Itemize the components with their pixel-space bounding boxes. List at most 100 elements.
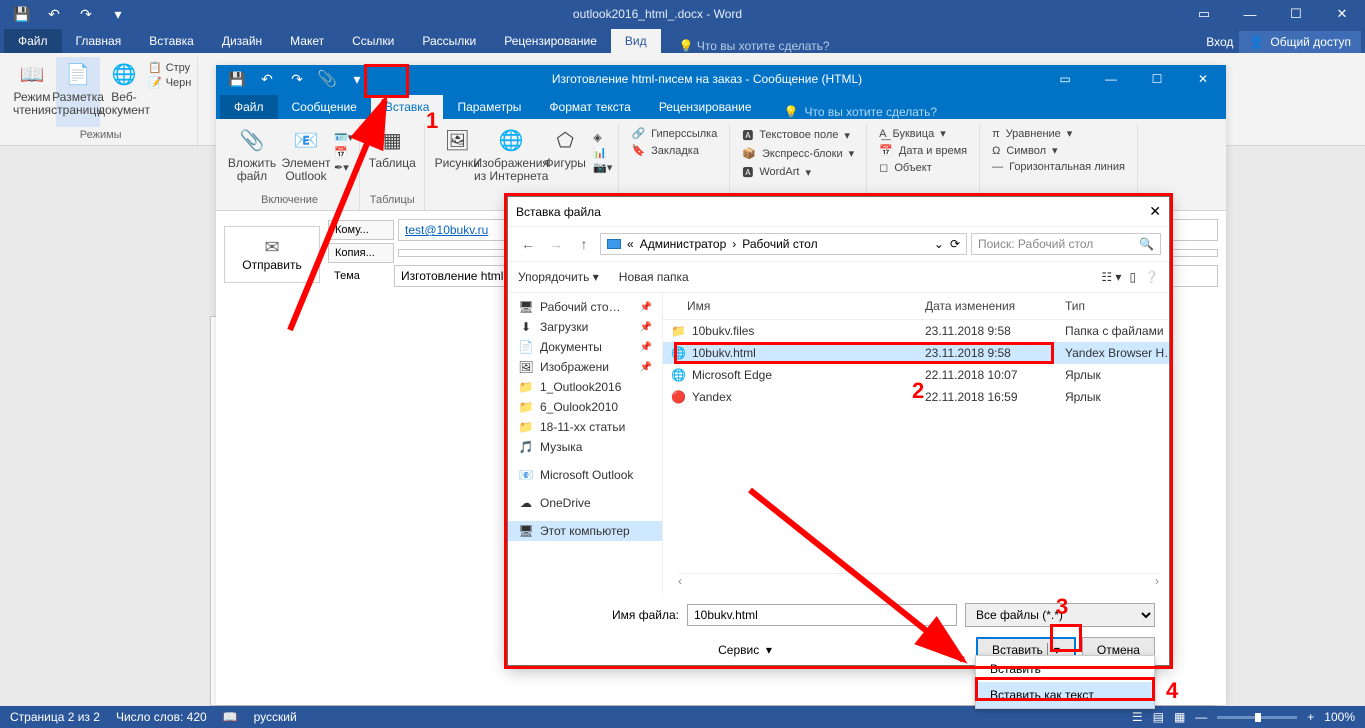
tab-design[interactable]: Дизайн xyxy=(208,29,276,53)
new-folder-button[interactable]: Новая папка xyxy=(619,270,689,284)
ol-maximize-icon[interactable]: ☐ xyxy=(1134,65,1180,93)
attach-file-button[interactable]: 📎Вложить файл xyxy=(226,123,278,192)
word-count[interactable]: Число слов: 420 xyxy=(116,710,207,724)
path-seg-1[interactable]: Администратор xyxy=(640,237,727,251)
file-row[interactable]: 📁10bukv.files23.11.2018 9:58Папка с файл… xyxy=(663,320,1169,342)
close-icon[interactable]: ✕ xyxy=(1319,0,1365,28)
file-row[interactable]: 🌐Microsoft Edge22.11.2018 10:07Ярлык xyxy=(663,364,1169,386)
sidebar-item[interactable] xyxy=(508,485,662,493)
equation-button[interactable]: π Уравнение ▾ xyxy=(992,127,1125,140)
zoom-level[interactable]: 100% xyxy=(1324,710,1355,724)
sidebar-item[interactable]: 🎵Музыка xyxy=(508,437,662,457)
sidebar-item[interactable]: 📁1_Outlook2016 xyxy=(508,377,662,397)
sidebar-item[interactable]: 🖼Изображени📌 xyxy=(508,357,662,377)
sidebar-item[interactable]: 📄Документы📌 xyxy=(508,337,662,357)
business-card-button[interactable]: 🪪▾ xyxy=(334,131,353,144)
draft-button[interactable]: 📝 Черн xyxy=(148,76,191,89)
chart-button[interactable]: 📊 xyxy=(593,146,612,159)
sidebar-item[interactable]: 📧Microsoft Outlook xyxy=(508,465,662,485)
hscroll-right-icon[interactable]: › xyxy=(1155,574,1159,585)
ol-tab-file[interactable]: Файл xyxy=(220,95,278,119)
web-layout-button[interactable]: 🌐Веб-документ xyxy=(102,57,146,127)
proofing-icon[interactable]: 📖 xyxy=(223,710,238,724)
wordart-button[interactable]: 🅰 WordArt ▾ xyxy=(742,164,854,180)
redo-icon[interactable]: ↷ xyxy=(70,1,102,27)
organize-button[interactable]: Упорядочить ▾ xyxy=(518,270,599,284)
signature-button[interactable]: ✒▾ xyxy=(334,161,353,174)
zoom-in-icon[interactable]: + xyxy=(1307,710,1314,724)
sidebar-item[interactable]: ⬇Загрузки📌 xyxy=(508,317,662,337)
minimize-icon[interactable]: ― xyxy=(1227,0,1273,28)
symbol-button[interactable]: Ω Символ ▾ xyxy=(992,144,1125,157)
textbox-button[interactable]: 🅰 Текстовое поле ▾ xyxy=(742,127,854,143)
nav-forward-icon[interactable]: → xyxy=(544,236,568,252)
ribbon-options-icon[interactable]: ▭ xyxy=(1181,0,1227,28)
col-name[interactable]: Имя xyxy=(663,293,917,319)
save-icon[interactable]: 💾 xyxy=(6,1,38,27)
file-row[interactable]: 🔴Yandex22.11.2018 16:59Ярлык xyxy=(663,386,1169,408)
tell-me[interactable]: 💡 Что вы хотите сделать? xyxy=(661,39,830,53)
shapes-button[interactable]: ⬠Фигуры xyxy=(539,123,591,192)
undo-icon[interactable]: ↶ xyxy=(38,1,70,27)
print-layout-button[interactable]: 📄Разметка страницы xyxy=(56,57,100,127)
screenshot-button[interactable]: 📷▾ xyxy=(593,161,612,174)
read-mode-button[interactable]: 📖Режим чтения xyxy=(10,57,54,127)
sidebar-item[interactable]: 📁18-11-xx статьи xyxy=(508,417,662,437)
sidebar-item[interactable]: 🖥Рабочий сто…📌 xyxy=(508,297,662,317)
online-pictures-button[interactable]: 🌐Изображения из Интернета xyxy=(485,123,537,192)
bookmark-button[interactable]: 🔖 Закладка xyxy=(631,144,717,157)
login-link[interactable]: Вход xyxy=(1206,35,1233,49)
search-input[interactable]: Поиск: Рабочий стол 🔍 xyxy=(971,233,1161,255)
ol-attach-qat-icon[interactable]: 📎 xyxy=(312,66,342,92)
menu-insert[interactable]: Вставить xyxy=(976,656,1154,682)
file-row[interactable]: 🌐10bukv.html23.11.2018 9:58Yandex Browse… xyxy=(663,342,1169,364)
page-count[interactable]: Страница 2 из 2 xyxy=(10,710,100,724)
table-button[interactable]: ▦Таблица xyxy=(366,123,418,192)
help-icon[interactable]: ❔ xyxy=(1144,270,1159,284)
ol-save-icon[interactable]: 💾 xyxy=(222,66,252,92)
datetime-button[interactable]: 📅 Дата и время xyxy=(879,144,967,157)
ol-qat-more-icon[interactable]: ▾ xyxy=(342,66,372,92)
outline-button[interactable]: 📋 Стру xyxy=(148,61,191,74)
quickparts-button[interactable]: 📦 Экспресс-блоки ▾ xyxy=(742,147,854,160)
path-seg-2[interactable]: Рабочий стол xyxy=(742,237,817,251)
sidebar-item[interactable] xyxy=(508,513,662,521)
tab-home[interactable]: Главная xyxy=(62,29,136,53)
calendar-button[interactable]: 📅 xyxy=(334,146,353,159)
col-date[interactable]: Дата изменения xyxy=(917,293,1057,319)
view-read-icon[interactable]: ☰ xyxy=(1132,710,1143,724)
maximize-icon[interactable]: ☐ xyxy=(1273,0,1319,28)
ol-tab-message[interactable]: Сообщение xyxy=(278,95,371,119)
filename-input[interactable] xyxy=(687,604,957,626)
object-button[interactable]: ◻ Объект xyxy=(879,161,967,174)
tab-file[interactable]: Файл xyxy=(4,29,62,53)
view-button[interactable]: ☷ ▾ xyxy=(1101,270,1121,284)
ol-close-icon[interactable]: ✕ xyxy=(1180,65,1226,93)
nav-up-icon[interactable]: ↑ xyxy=(572,236,596,252)
smartart-button[interactable]: ◈ xyxy=(593,131,612,144)
file-filter-select[interactable]: Все файлы (*.*) xyxy=(965,603,1155,627)
zoom-out-icon[interactable]: ― xyxy=(1195,710,1207,724)
cc-button[interactable]: Копия... xyxy=(328,243,394,263)
tab-mailings[interactable]: Рассылки xyxy=(408,29,490,53)
sidebar-item[interactable] xyxy=(508,457,662,465)
tab-review[interactable]: Рецензирование xyxy=(490,29,611,53)
tab-view[interactable]: Вид xyxy=(611,29,661,53)
col-type[interactable]: Тип xyxy=(1057,293,1169,319)
tab-layout[interactable]: Макет xyxy=(276,29,338,53)
ol-undo-icon[interactable]: ↶ xyxy=(252,66,282,92)
share-button[interactable]: 👤 Общий доступ xyxy=(1239,31,1361,53)
qat-custom-icon[interactable]: ▾ xyxy=(102,1,134,27)
ol-tell-me[interactable]: 💡 Что вы хотите сделать? xyxy=(766,105,938,119)
ol-redo-icon[interactable]: ↷ xyxy=(282,66,312,92)
tools-button[interactable]: Сервис ▾ xyxy=(718,643,772,657)
horizontal-line-button[interactable]: ― Горизонтальная линия xyxy=(992,161,1125,173)
menu-insert-as-text[interactable]: Вставить как текст xyxy=(976,682,1154,708)
ol-minimize-icon[interactable]: ― xyxy=(1088,65,1134,93)
address-bar[interactable]: « Администратор › Рабочий стол ⌄ ⟳ xyxy=(600,233,967,255)
dialog-close-icon[interactable]: ✕ xyxy=(1149,203,1161,220)
tab-references[interactable]: Ссылки xyxy=(338,29,408,53)
ol-tab-insert[interactable]: Вставка xyxy=(371,95,444,119)
sidebar-item[interactable]: ☁OneDrive xyxy=(508,493,662,513)
ol-tab-format[interactable]: Формат текста xyxy=(535,95,644,119)
